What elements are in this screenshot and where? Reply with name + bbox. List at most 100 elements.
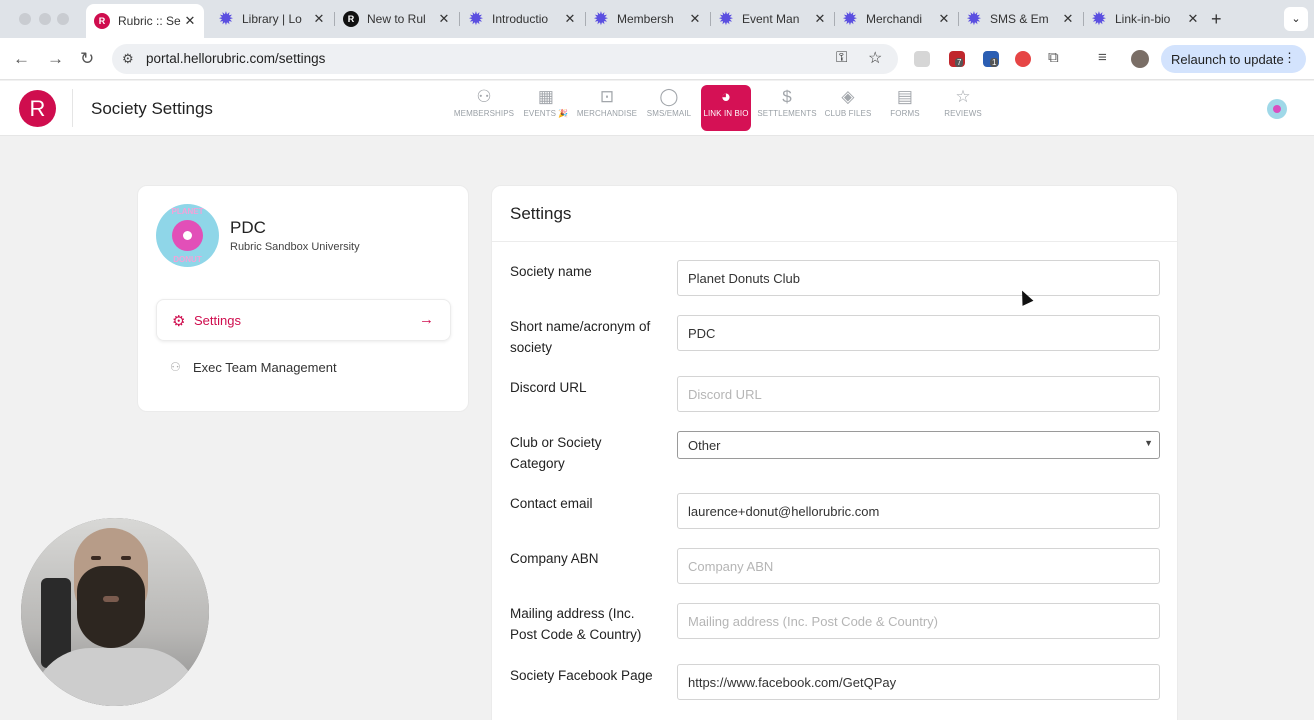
profile-avatar[interactable] <box>1131 50 1149 68</box>
tab-title: New to Rul <box>367 12 426 26</box>
nav-club-files[interactable]: ◈ CLUB FILES <box>822 85 874 131</box>
gear-icon: ✹ <box>719 11 733 28</box>
nav-reviews[interactable]: ☆ REVIEWS <box>940 85 986 131</box>
browser-tab[interactable]: R Rubric :: Se ✕ <box>86 4 204 38</box>
tab-close-icon[interactable]: ✕ <box>1060 11 1076 27</box>
window-minimize-dot[interactable] <box>39 13 51 25</box>
window-close-dot[interactable] <box>19 13 31 25</box>
nav-sms-email[interactable]: ◯ SMS/EMAIL <box>642 85 696 131</box>
browser-toolbar: ← → ↻ ⚙ portal.hellorubric.com/settings … <box>0 38 1314 80</box>
reload-icon[interactable]: ↻ <box>80 49 94 69</box>
nav-merchandise[interactable]: ⊡ MERCHANDISE <box>576 85 638 131</box>
sidebar-item-label: Exec Team Management <box>193 360 337 375</box>
category-label: Club or Society Category <box>510 435 602 471</box>
gear-icon: ✹ <box>469 11 483 28</box>
tab-close-icon[interactable]: ✕ <box>562 11 578 27</box>
nav-label: SETTLEMENTS <box>757 109 817 118</box>
browser-tab[interactable]: R New to Rul ✕ <box>335 7 458 31</box>
category-select[interactable]: Other ▼ <box>677 431 1160 459</box>
address-bar[interactable]: ⚙ portal.hellorubric.com/settings ⚿ ☆ <box>112 44 898 74</box>
site-settings-icon[interactable]: ⚙ <box>122 51 134 67</box>
nav-label: FORMS <box>890 109 920 118</box>
rubric-logo-icon: R <box>94 13 110 29</box>
society-name-input[interactable] <box>677 260 1160 296</box>
society-short-name: PDC <box>230 218 266 237</box>
bookmark-star-icon[interactable]: ☆ <box>868 48 882 68</box>
reading-list-icon[interactable]: ≡ <box>1098 49 1107 66</box>
facebook-page-input[interactable] <box>677 664 1160 700</box>
tab-search-chevron-icon[interactable]: ⌄ <box>1284 7 1308 31</box>
nav-link-in-bio[interactable]: ◕ LINK IN BIO <box>701 85 751 131</box>
star-icon: ☆ <box>955 87 971 106</box>
society-name-label: Society name <box>510 264 592 279</box>
settings-card: Settings Society name Short name/acronym… <box>491 185 1178 720</box>
sidebar-item-label: Settings <box>194 313 241 328</box>
nav-memberships[interactable]: ⚇ MEMBERSHIPS <box>452 85 516 131</box>
browser-tab[interactable]: ✹ Library | Lo ✕ <box>210 7 333 31</box>
tab-title: Rubric :: Se <box>118 14 181 28</box>
tab-close-icon[interactable]: ✕ <box>687 11 703 27</box>
rubric-logo[interactable]: R <box>19 90 56 127</box>
contact-email-input[interactable] <box>677 493 1160 529</box>
webcam-overlay <box>21 518 209 706</box>
tab-close-icon[interactable]: ✕ <box>1185 11 1201 27</box>
category-selected-value: Other <box>688 438 721 453</box>
forward-arrow-icon[interactable]: → <box>47 49 64 69</box>
browser-tab[interactable]: ✹ Link-in-bio ✕ <box>1083 7 1207 31</box>
donut-hole <box>183 231 192 240</box>
tab-title: Link-in-bio <box>1115 12 1171 26</box>
logo-text-bottom: DONUT <box>173 255 202 264</box>
society-avatar[interactable] <box>1267 99 1287 119</box>
nav-forms[interactable]: ▤ FORMS <box>886 85 924 131</box>
tab-close-icon[interactable]: ✕ <box>936 11 952 27</box>
browser-tab[interactable]: ✹ Merchandi ✕ <box>834 7 958 31</box>
tab-title: Merchandi <box>866 12 923 26</box>
browser-tab[interactable]: ✹ Membersh ✕ <box>585 7 709 31</box>
discord-url-label: Discord URL <box>510 380 587 395</box>
header-divider <box>72 89 73 127</box>
nav-settlements[interactable]: $ SETTLEMENTS <box>756 85 818 131</box>
short-name-input[interactable] <box>677 315 1160 351</box>
shopping-bag-icon: ⊡ <box>599 87 615 106</box>
tab-close-icon[interactable]: ✕ <box>436 11 452 27</box>
extension-icon[interactable] <box>1015 51 1031 67</box>
tab-title: Introductio <box>492 12 549 26</box>
tab-close-icon[interactable]: ✕ <box>311 11 327 27</box>
browser-tab[interactable]: ✹ Event Man ✕ <box>710 7 834 31</box>
facebook-page-label: Society Facebook Page <box>510 668 653 683</box>
more-vertical-icon[interactable]: ⋮ <box>1283 50 1296 66</box>
puzzle-extensions-icon[interactable]: ⧉ <box>1048 49 1059 66</box>
gear-icon: ✹ <box>219 11 233 28</box>
browser-tab[interactable]: ✹ Introductio ✕ <box>460 7 584 31</box>
back-arrow-icon[interactable]: ← <box>13 49 30 69</box>
nav-label: EVENTS 🎉 <box>523 109 569 118</box>
calendar-icon: ▦ <box>537 87 555 106</box>
relaunch-label: Relaunch to update <box>1171 51 1284 67</box>
password-key-icon[interactable]: ⚿ <box>836 49 847 66</box>
gear-icon: ⚙ <box>172 313 186 330</box>
rubric-black-logo-icon: R <box>343 11 359 27</box>
sidebar-item-settings[interactable]: ⚙ Settings → <box>156 299 451 341</box>
tab-close-icon[interactable]: ✕ <box>812 11 828 27</box>
nav-label: MERCHANDISE <box>576 109 638 118</box>
tab-close-icon[interactable]: ✕ <box>182 13 198 29</box>
url-text[interactable]: portal.hellorubric.com/settings <box>146 51 325 66</box>
new-tab-plus-icon[interactable]: + <box>1211 9 1222 30</box>
contact-email-label: Contact email <box>510 496 593 511</box>
chat-bubble-icon: ◯ <box>659 87 679 106</box>
discord-url-input[interactable] <box>677 376 1160 412</box>
nav-events[interactable]: ▦ EVENTS 🎉 <box>520 85 572 131</box>
relaunch-button[interactable]: Relaunch to update ⋮ <box>1161 45 1306 73</box>
society-university: Rubric Sandbox University <box>230 241 360 253</box>
company-abn-label: Company ABN <box>510 551 599 566</box>
gear-icon: ✹ <box>594 11 608 28</box>
company-abn-input[interactable] <box>677 548 1160 584</box>
dollar-icon: $ <box>782 87 792 106</box>
tab-title: Library | Lo <box>242 12 302 26</box>
layers-icon: ◈ <box>841 87 855 106</box>
extension-icon[interactable] <box>914 51 930 67</box>
browser-tab[interactable]: ✹ SMS & Em ✕ <box>958 7 1082 31</box>
nav-label: SMS/EMAIL <box>646 109 692 118</box>
mailing-address-input[interactable] <box>677 603 1160 639</box>
window-maximize-dot[interactable] <box>57 13 69 25</box>
